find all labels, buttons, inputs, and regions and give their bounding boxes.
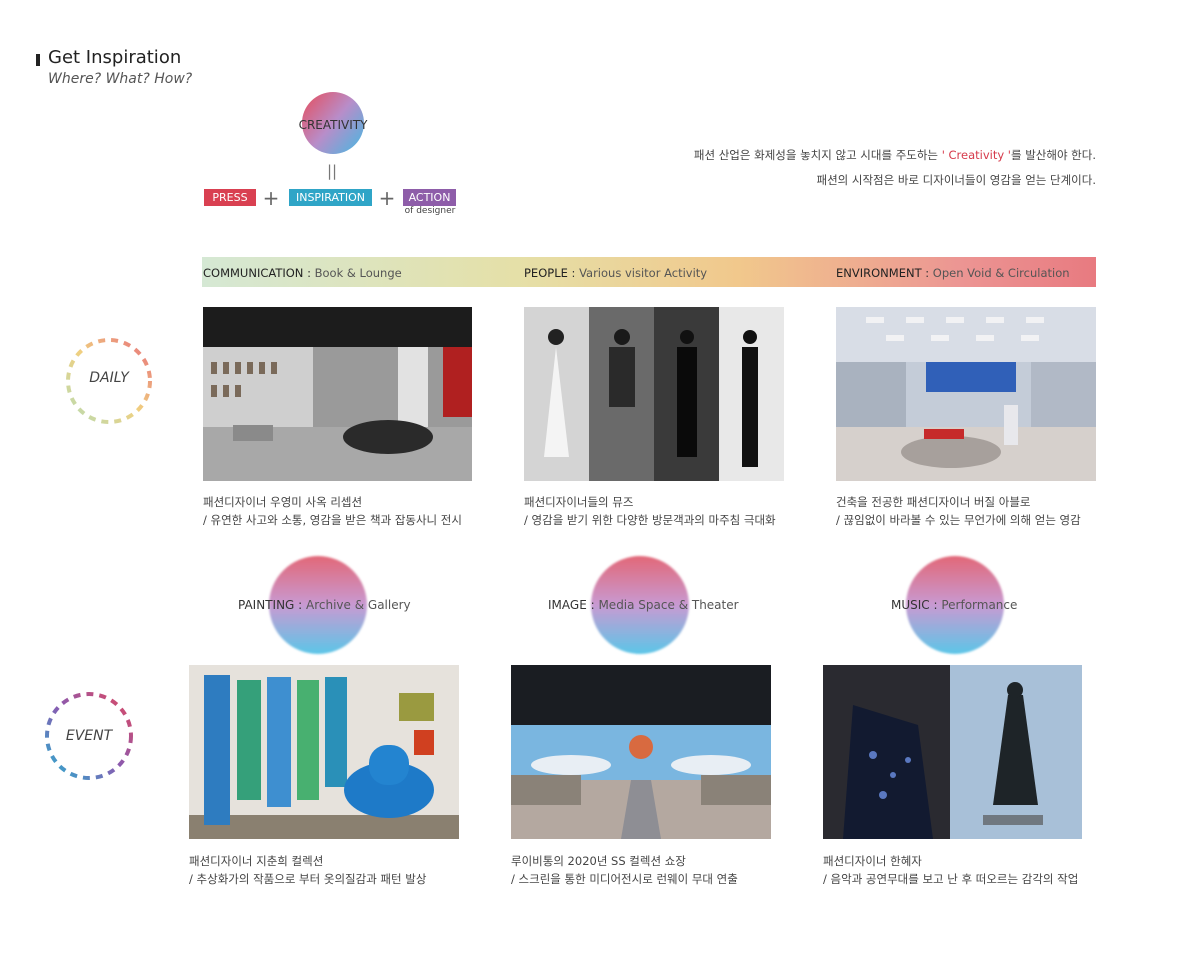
event-value: Media Space & Theater (598, 598, 739, 612)
event-label-painting: PAINTING : Archive & Gallery (238, 598, 411, 612)
daily-label: DAILY (89, 370, 129, 386)
plus-sign: + (262, 186, 280, 210)
description-line-1: 패션 산업은 화제성을 놓치지 않고 시대를 주도하는 ' Creativity… (694, 147, 1096, 163)
caption-detail: / 끊임없이 바라볼 수 있는 무언가에 의해 얻는 영감 (836, 513, 1081, 527)
band-label-people: PEOPLE : Various visitor Activity (524, 266, 708, 280)
description-text: 패션 산업은 화제성을 놓치지 않고 시대를 주도하는 (693, 148, 939, 162)
event-key: PAINTING (238, 598, 295, 612)
event-caption-2: 루이비통의 2020년 SS 컬렉션 쇼장 / 스크린을 통한 미디어전시로 런웨… (511, 852, 738, 888)
band-key: PEOPLE (524, 266, 568, 280)
daily-photo-muse (524, 307, 784, 481)
event-key: IMAGE (548, 598, 587, 612)
creativity-label: CREATIVITY (298, 118, 368, 132)
caption-title: 루이비통의 2020년 SS 컬렉션 쇼장 (511, 854, 686, 868)
daily-caption-2: 패션디자이너들의 뮤즈 / 영감을 받기 위한 다양한 방문객과의 마주침 극대화 (524, 493, 776, 529)
caption-title: 건축을 전공한 패션디자이너 버질 아블로 (836, 495, 1031, 509)
band-value: Open Void & Circulation (932, 266, 1070, 280)
equals-sign: || (326, 162, 338, 180)
band-key: COMMUNICATION (203, 266, 304, 280)
event-value: Archive & Gallery (306, 598, 411, 612)
daily-photo-store (836, 307, 1096, 481)
page-subtitle: Where? What? How? (48, 71, 193, 87)
caption-title: 패션디자이너들의 뮤즈 (524, 495, 634, 509)
page-title: Get Inspiration (48, 47, 182, 68)
caption-title: 패션디자이너 우영미 사옥 리셉션 (203, 495, 363, 509)
description-line-2: 패션의 시작점은 바로 디자이너들이 영감을 얻는 단계이다. (816, 173, 1096, 187)
event-key: MUSIC (891, 598, 930, 612)
daily-photo-reception (203, 307, 472, 481)
caption-title: 패션디자이너 지춘희 컬렉션 (189, 854, 324, 868)
press-tag: PRESS (204, 189, 256, 206)
action-note: of designer (404, 206, 456, 216)
band-value: Book & Lounge (314, 266, 402, 280)
caption-detail: / 유연한 사고와 소통, 영감을 받은 책과 잡동사니 전시 (203, 513, 462, 527)
daily-caption-1: 패션디자이너 우영미 사옥 리셉션 / 유연한 사고와 소통, 영감을 받은 책과… (203, 493, 462, 529)
event-photo-performance (823, 665, 1082, 839)
event-label-image: IMAGE : Media Space & Theater (548, 598, 739, 612)
caption-detail: / 스크린을 통한 미디어전시로 런웨이 무대 연출 (511, 872, 738, 886)
event-photo-gallery (189, 665, 459, 839)
description-text: 를 발산해야 한다. (1010, 148, 1096, 162)
band-value: Various visitor Activity (579, 266, 708, 280)
event-label: EVENT (65, 728, 113, 744)
daily-caption-3: 건축을 전공한 패션디자이너 버질 아블로 / 끊임없이 바라볼 수 있는 무언가… (836, 493, 1081, 529)
event-caption-3: 패션디자이너 한혜자 / 음악과 공연무대를 보고 난 후 떠오르는 감각의 작업 (823, 852, 1078, 888)
caption-title: 패션디자이너 한혜자 (823, 854, 922, 868)
action-tag: ACTION (403, 189, 456, 206)
band-key: ENVIRONMENT (836, 266, 922, 280)
caption-detail: / 영감을 받기 위한 다양한 방문객과의 마주침 극대화 (524, 513, 776, 527)
band-label-communication: COMMUNICATION : Book & Lounge (203, 266, 402, 280)
creativity-highlight: ' Creativity ' (941, 148, 1011, 162)
band-label-environment: ENVIRONMENT : Open Void & Circulation (836, 266, 1070, 280)
event-caption-1: 패션디자이너 지춘희 컬렉션 / 추상화가의 작품으로 부터 옷의질감과 패턴 발… (189, 852, 426, 888)
event-label-music: MUSIC : Performance (891, 598, 1018, 612)
plus-sign: + (378, 186, 396, 210)
event-value: Performance (941, 598, 1018, 612)
inspiration-tag: INSPIRATION (289, 189, 372, 206)
caption-detail: / 추상화가의 작품으로 부터 옷의질감과 패턴 발상 (189, 872, 427, 886)
event-photo-theater (511, 665, 771, 839)
caption-detail: / 음악과 공연무대를 보고 난 후 떠오르는 감각의 작업 (823, 872, 1079, 886)
title-marker (36, 54, 40, 66)
